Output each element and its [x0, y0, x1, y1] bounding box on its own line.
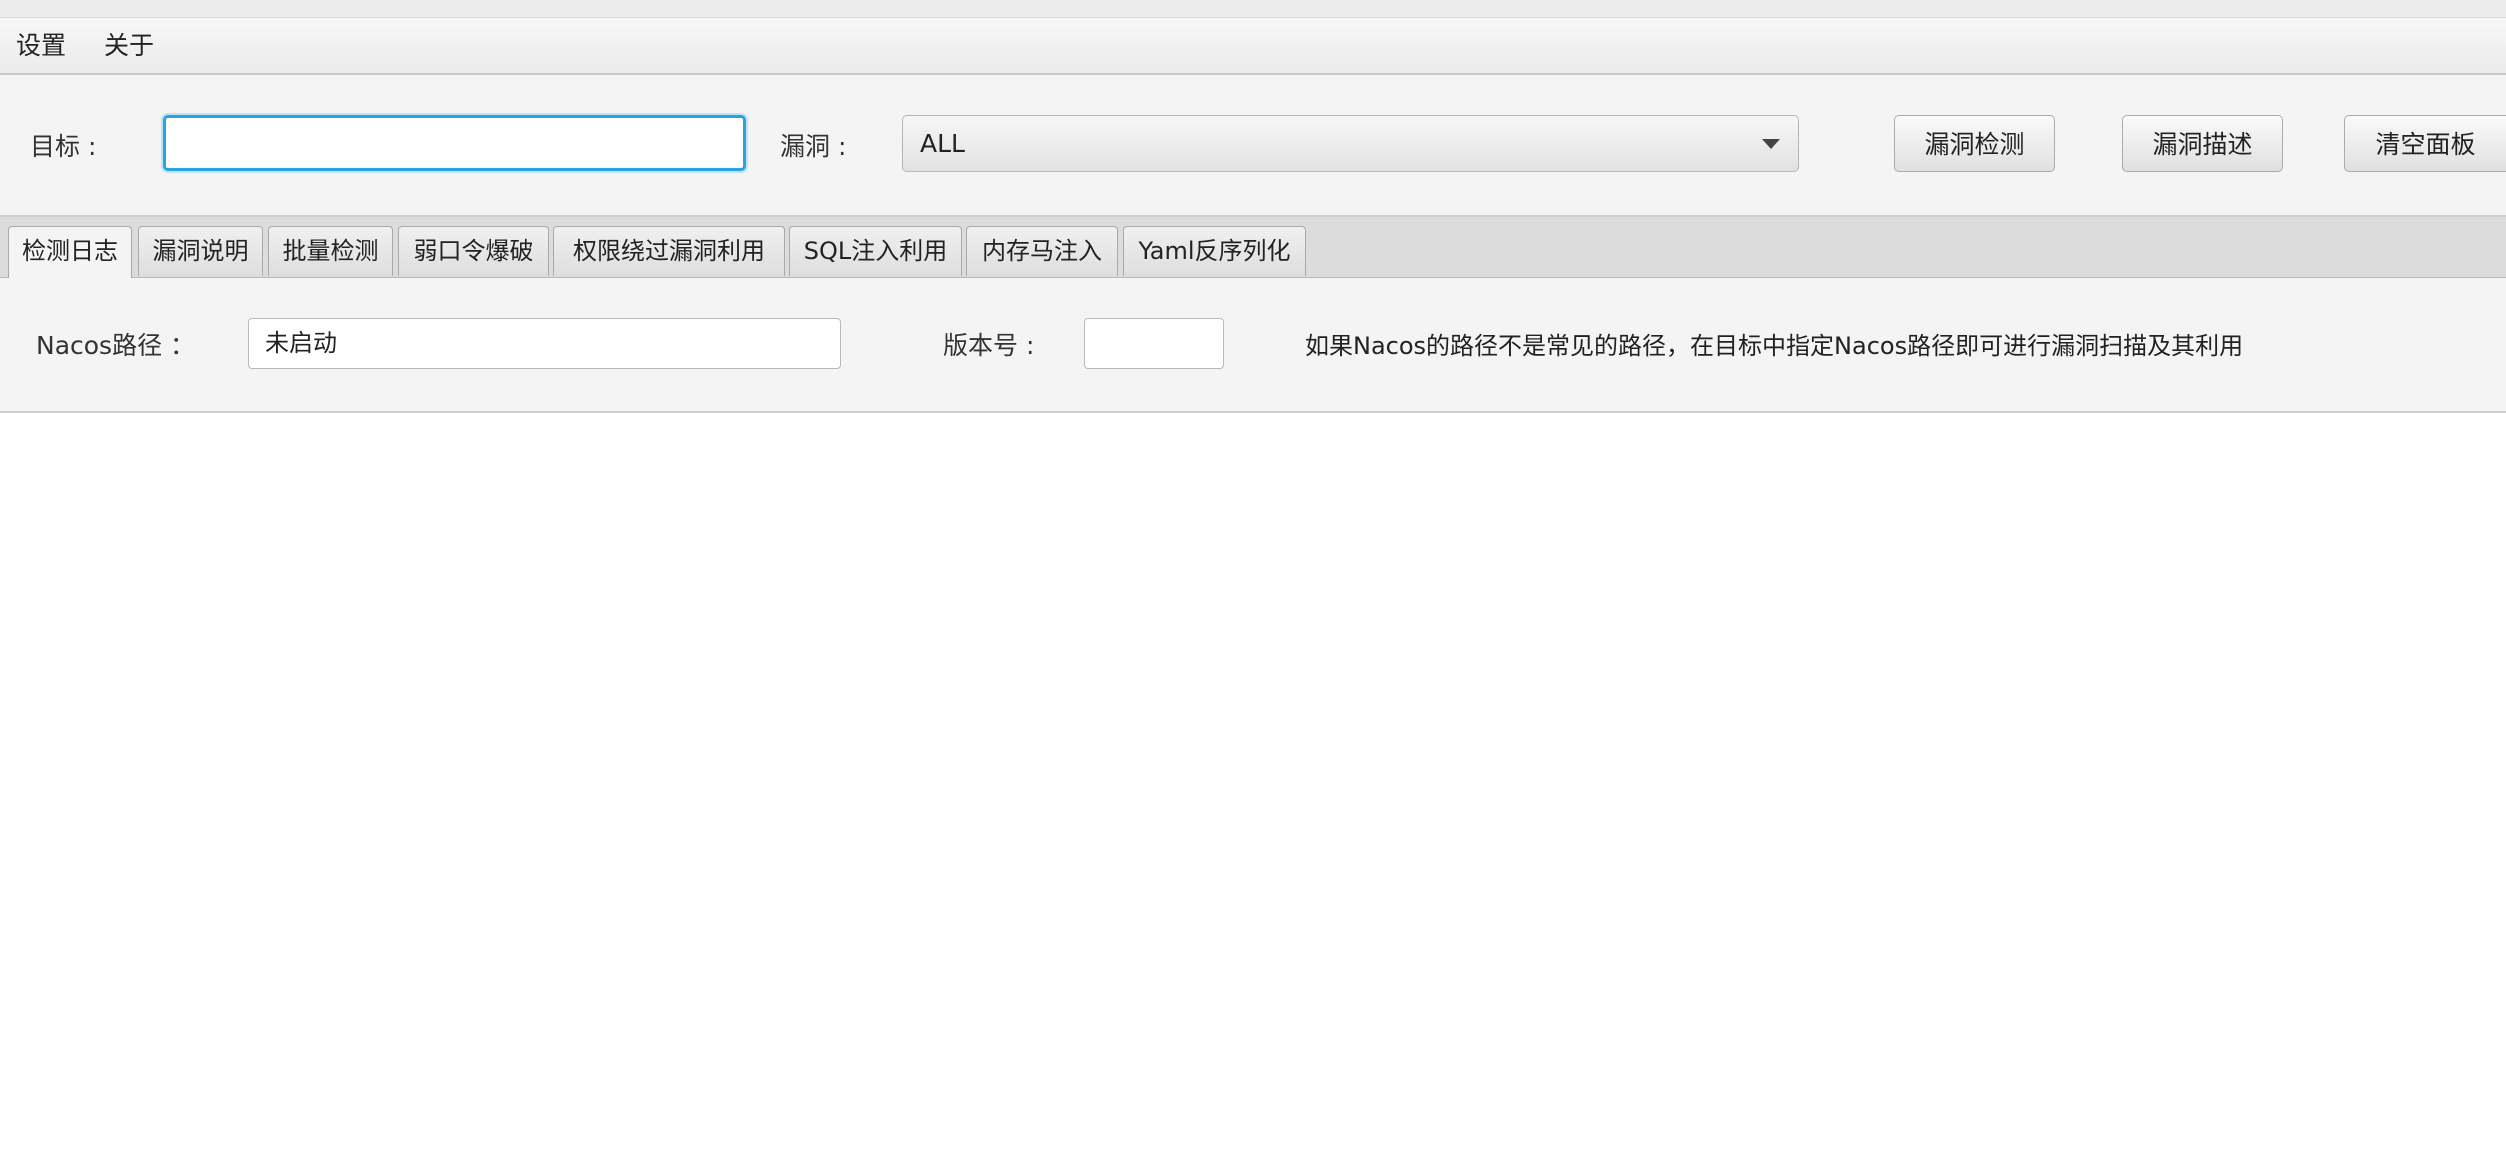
tab-auth-bypass[interactable]: 权限绕过漏洞利用: [553, 226, 785, 276]
version-field[interactable]: [1084, 318, 1224, 369]
menu-bar: 设置 关于: [0, 18, 2506, 75]
tab-bar: 检测日志 漏洞说明 批量检测 弱口令爆破 权限绕过漏洞利用 SQL注入利用 内存…: [0, 217, 2506, 278]
vuln-select-value: ALL: [920, 129, 965, 158]
log-output-area[interactable]: [0, 413, 2506, 1152]
menu-about[interactable]: 关于: [88, 18, 170, 73]
chevron-down-icon: [1762, 139, 1780, 149]
tab-yaml-deserialize[interactable]: Yaml反序列化: [1123, 226, 1306, 276]
tab-batch-detect[interactable]: 批量检测: [268, 226, 393, 276]
target-input[interactable]: [163, 115, 746, 171]
describe-button[interactable]: 漏洞描述: [2122, 115, 2283, 172]
version-label: 版本号 :: [943, 331, 1035, 360]
clear-panel-button[interactable]: 清空面板: [2344, 115, 2506, 172]
tab-detection-log[interactable]: 检测日志: [8, 226, 132, 278]
tab-weak-password[interactable]: 弱口令爆破: [398, 226, 549, 276]
path-hint-text: 如果Nacos的路径不是常见的路径，在目标中指定Nacos路径即可进行漏洞扫描及…: [1305, 332, 2244, 360]
target-label: 目标 :: [30, 132, 97, 161]
detect-button[interactable]: 漏洞检测: [1894, 115, 2055, 172]
toolbar: 目标 : 漏洞 : ALL 漏洞检测 漏洞描述 清空面板: [0, 75, 2506, 217]
tab-sql-injection[interactable]: SQL注入利用: [789, 226, 962, 276]
nacos-path-label: Nacos路径 ：: [36, 331, 196, 360]
nacos-info-panel: Nacos路径 ： 未启动 版本号 : 如果Nacos的路径不是常见的路径，在目…: [0, 278, 2506, 413]
vuln-label: 漏洞 :: [780, 132, 847, 161]
tab-vuln-description[interactable]: 漏洞说明: [138, 226, 263, 276]
title-bar: [0, 0, 2506, 18]
tab-memshell-inject[interactable]: 内存马注入: [966, 226, 1118, 276]
nacos-path-field[interactable]: 未启动: [248, 318, 841, 369]
vuln-select[interactable]: ALL: [902, 115, 1799, 172]
menu-settings[interactable]: 设置: [0, 18, 82, 73]
app-window: 设置 关于 目标 : 漏洞 : ALL 漏洞检测 漏洞描述 清空面板 检测日志 …: [0, 0, 2506, 1152]
